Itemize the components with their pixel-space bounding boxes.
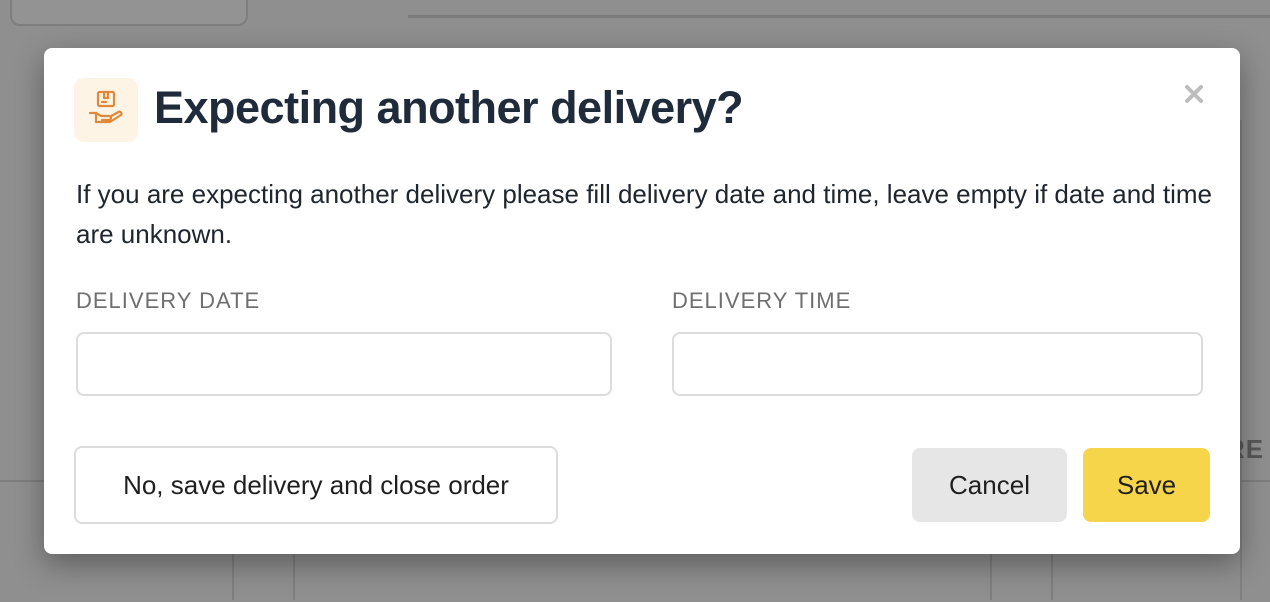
delivery-date-input[interactable] [76, 332, 612, 396]
dialog-description: If you are expecting another delivery pl… [76, 179, 1212, 249]
cancel-button[interactable]: Cancel [912, 448, 1067, 522]
save-button[interactable]: Save [1083, 448, 1210, 522]
background-card [10, 0, 248, 26]
save-and-close-order-label: No, save delivery and close order [123, 469, 509, 500]
close-icon [1184, 84, 1204, 109]
background-column-divider [990, 554, 992, 600]
save-label: Save [1116, 469, 1177, 500]
delivery-date-label: DELIVERY DATE [76, 288, 261, 313]
cancel-label: Cancel [949, 469, 1030, 500]
close-button[interactable] [1180, 82, 1208, 110]
background-column-divider [1051, 554, 1053, 600]
background-column-divider [293, 554, 295, 600]
delivery-time-input[interactable] [672, 332, 1203, 396]
delivery-time-label: DELIVERY TIME [672, 288, 852, 313]
save-and-close-order-button[interactable]: No, save delivery and close order [74, 446, 558, 524]
expecting-delivery-dialog: Expecting another delivery? If you are e… [44, 48, 1240, 554]
dialog-title: Expecting another delivery? [154, 82, 744, 133]
background-divider [408, 15, 1270, 18]
background-column-divider [232, 554, 234, 600]
package-hand-icon [87, 89, 125, 132]
dialog-icon-tile [74, 78, 138, 142]
